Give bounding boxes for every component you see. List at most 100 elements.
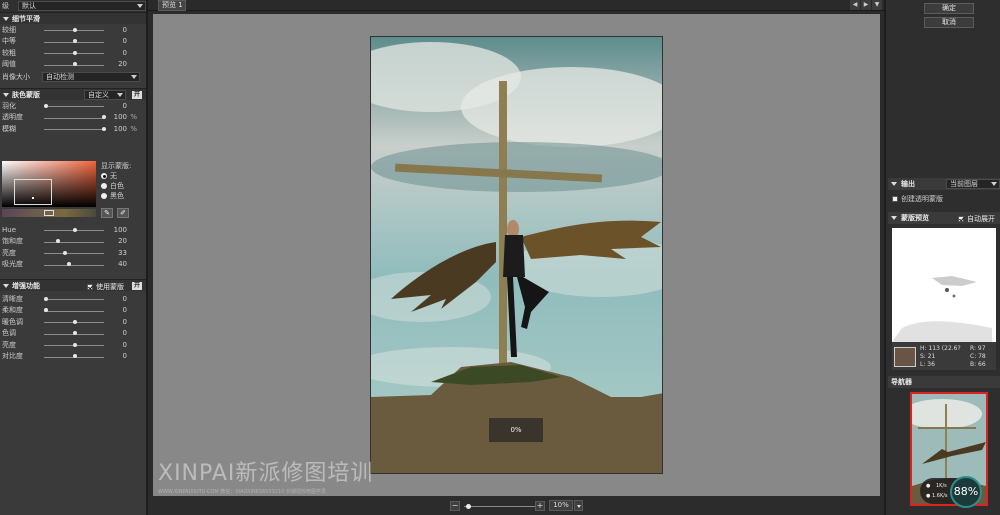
checkbox-icon[interactable] — [892, 196, 898, 202]
slider-row: 模糊 100% — [0, 123, 146, 135]
image-size-select[interactable]: 自动检测 — [42, 72, 140, 82]
preset-row: 级 默认 — [0, 0, 146, 12]
zoom-slider-knob[interactable] — [466, 504, 472, 509]
zoom-in-button[interactable]: + — [535, 501, 545, 511]
collapse-triangle-icon — [3, 92, 9, 97]
slider-knob[interactable] — [73, 342, 77, 347]
slider-label: 羽化 — [2, 101, 16, 110]
preview-photo[interactable] — [370, 36, 663, 474]
radio-icon[interactable] — [101, 173, 107, 179]
slider-knob[interactable] — [73, 62, 77, 66]
hue-marker[interactable] — [44, 210, 54, 216]
slider-row: 亮度 0 — [0, 339, 146, 351]
detail-section-title: 细节平滑 — [12, 14, 40, 23]
hue-strip[interactable] — [2, 209, 96, 217]
slider-label: 清晰度 — [2, 294, 23, 303]
slider-label: 阈值 — [2, 60, 16, 69]
use-mask-checkbox[interactable]: 使用蒙版 — [87, 282, 124, 292]
slider-knob[interactable] — [55, 239, 60, 243]
slider-knob[interactable] — [73, 27, 77, 32]
enhance-header[interactable]: 增强功能 使用蒙版 开 — [0, 279, 146, 291]
slider-value: 33 — [118, 248, 127, 257]
chevron-down-icon[interactable]: ▼ — [872, 0, 882, 10]
slider-knob[interactable] — [44, 308, 48, 312]
chevron-right-icon[interactable]: ▶ — [861, 0, 871, 10]
output-select[interactable]: 当前图层 — [946, 179, 1000, 189]
slider-label: 较细 — [2, 25, 16, 34]
slider-row: 暖色调 0 — [0, 316, 146, 328]
chevron-down-icon — [137, 4, 143, 8]
watermark-sub: WWW.XINPAIXIUTU.COM 微信：XIAOXIN656553210 … — [158, 489, 326, 495]
slider-row: 透明度 100% — [0, 112, 146, 124]
slider-knob[interactable] — [73, 354, 77, 358]
info-r: R: 97 — [970, 345, 986, 352]
create-mask-checkbox[interactable]: 创建透明蒙版 — [892, 194, 943, 204]
slider-track[interactable] — [44, 310, 104, 312]
slider-value: 20 — [118, 60, 127, 69]
slider-track[interactable] — [44, 117, 104, 119]
slider-knob[interactable] — [73, 50, 77, 55]
chevron-left-icon[interactable]: ◀ — [850, 0, 860, 10]
tab-preview-1[interactable]: 预览 1 — [158, 0, 186, 11]
checkbox-icon[interactable] — [958, 216, 964, 222]
radio-icon[interactable] — [101, 193, 107, 199]
slider-knob[interactable] — [73, 227, 77, 232]
slider-knob[interactable] — [102, 115, 106, 119]
auto-expand-checkbox[interactable]: 自动展开 — [958, 214, 995, 224]
preset-select[interactable]: 默认 — [18, 1, 146, 11]
show-mask-label: 显示蒙版: — [101, 162, 132, 170]
slider-knob[interactable] — [44, 296, 48, 301]
usage-gauge: 88% — [950, 476, 982, 508]
show-mask-option-black[interactable]: 黑色 — [101, 191, 145, 201]
info-b: B: 66 — [970, 361, 986, 368]
progress-indicator: 0% — [489, 418, 543, 442]
collapse-triangle-icon — [3, 283, 9, 288]
zoom-slider-track[interactable] — [464, 506, 536, 507]
preset-label: 级 — [2, 2, 9, 10]
slider-knob[interactable] — [73, 39, 77, 43]
eyedropper-icon[interactable]: ✎ — [101, 208, 113, 218]
net-up: 1K/s — [936, 483, 947, 489]
slider-row: 清晰度 0 — [0, 293, 146, 305]
output-header[interactable]: 输出 当前图层 — [888, 178, 1000, 190]
collapse-triangle-icon — [3, 16, 9, 21]
detail-section-header[interactable]: 细节平滑 — [0, 12, 146, 24]
radio-icon[interactable] — [101, 183, 107, 189]
picker-selection-box[interactable] — [14, 179, 52, 205]
zoom-out-button[interactable]: − — [450, 501, 460, 511]
show-mask-option-none[interactable]: 无 — [101, 171, 145, 181]
checkbox-icon[interactable] — [87, 284, 93, 290]
slider-knob[interactable] — [73, 319, 77, 324]
slider-track[interactable] — [44, 264, 104, 266]
skin-mask-header[interactable]: 肤色蒙版 自定义 开 — [0, 88, 146, 100]
slider-track[interactable] — [44, 253, 104, 254]
skin-mask-toggle[interactable]: 开 — [132, 91, 142, 99]
slider-track[interactable] — [44, 106, 104, 107]
color-swatch — [894, 347, 916, 367]
zoom-dropdown[interactable] — [574, 500, 583, 511]
slider-label: 吸光度 — [2, 260, 23, 269]
slider-track[interactable] — [44, 299, 104, 300]
ok-button[interactable]: 确定 — [924, 3, 974, 14]
skin-mask-mode-select[interactable]: 自定义 — [84, 90, 126, 100]
eyedropper-add-icon[interactable]: ✐ — [117, 208, 129, 218]
slider-knob[interactable] — [63, 250, 68, 255]
slider-knob[interactable] — [44, 103, 48, 108]
slider-label: 模糊 — [2, 124, 16, 133]
slider-track[interactable] — [44, 129, 104, 130]
slider-track[interactable] — [44, 241, 104, 243]
slider-knob[interactable] — [73, 331, 77, 335]
slider-value: 0 — [122, 101, 127, 110]
slider-label: 透明度 — [2, 113, 23, 122]
enhance-toggle[interactable]: 开 — [132, 282, 142, 290]
zoom-level-field[interactable]: 10% — [549, 500, 573, 511]
show-mask-option-white[interactable]: 白色 — [101, 181, 145, 191]
mask-preview-header[interactable]: 蒙版预览 自动展开 — [888, 212, 1000, 224]
slider-knob[interactable] — [102, 126, 106, 131]
preview-tabbar: 预览 1 ◀ ▶ ▼ — [148, 0, 884, 11]
cancel-button[interactable]: 取消 — [924, 17, 974, 28]
slider-label: Hue — [2, 225, 17, 234]
slider-label: 饱和度 — [2, 237, 23, 246]
navigator-header[interactable]: 导航器 — [888, 376, 1000, 388]
color-picker-field[interactable] — [2, 161, 96, 207]
